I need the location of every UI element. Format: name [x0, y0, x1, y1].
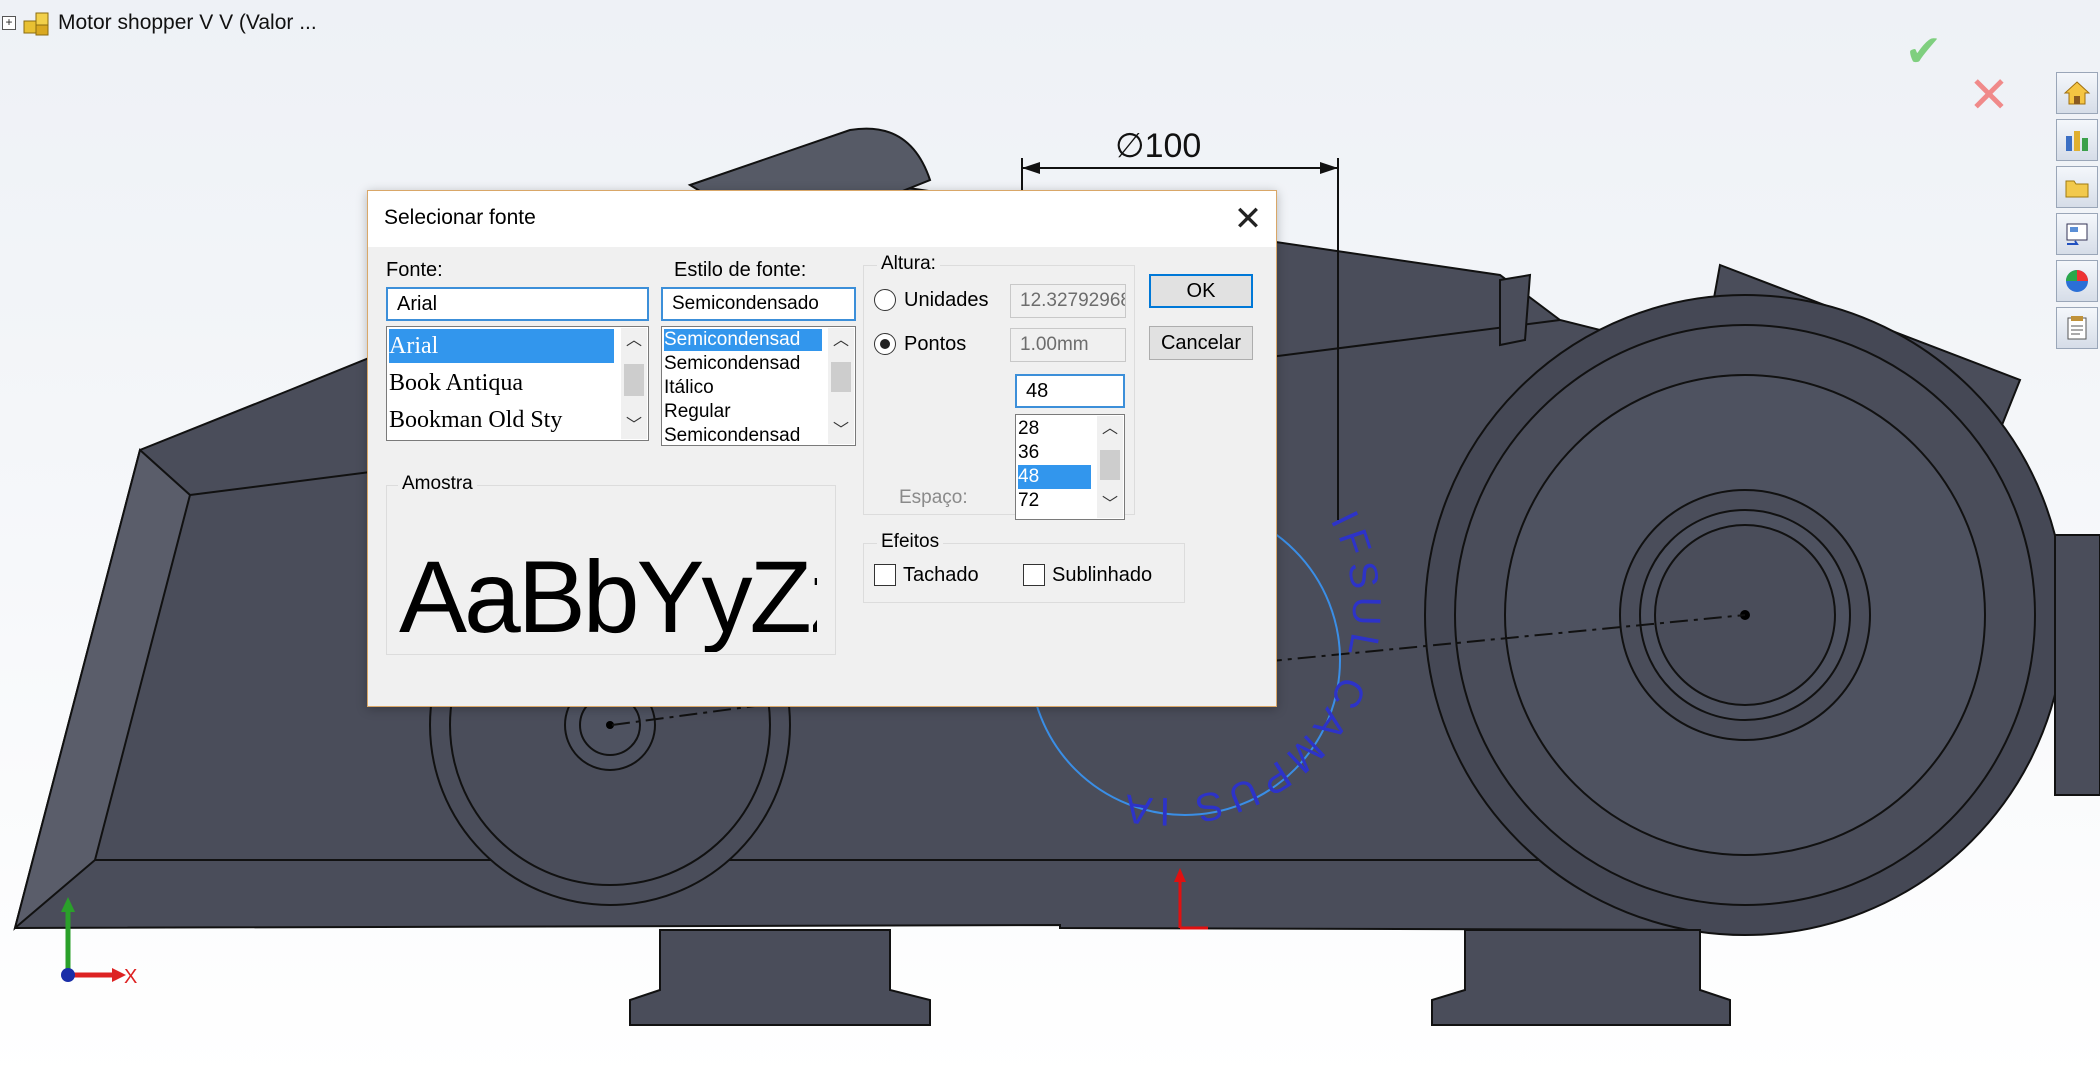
appearances-icon[interactable] — [2056, 260, 2098, 302]
underline-checkbox[interactable] — [1023, 564, 1045, 586]
points-value-field: 1.00mm — [1010, 328, 1126, 362]
sample-group-title: Amostra — [398, 473, 477, 495]
size-list-scrollbar[interactable]: ︿ ﹀ — [1097, 416, 1123, 518]
foot-left — [629, 929, 931, 1026]
size-input[interactable]: 48 — [1015, 374, 1125, 408]
font-style-input[interactable]: Semicondensado — [661, 287, 856, 321]
custom-properties-icon[interactable] — [2056, 307, 2098, 349]
font-list-scrollbar[interactable]: ︿ ﹀ — [621, 328, 647, 439]
font-label: Fonte: — [386, 259, 443, 281]
select-font-dialog: Selecionar fonte ✕ Fonte: Arial Arial Bo… — [367, 190, 1277, 707]
expand-toggle-icon[interactable]: + — [2, 16, 16, 30]
size-list[interactable]: 28 36 48 72 ︿ ﹀ — [1015, 414, 1125, 520]
size-list-item[interactable]: 48 — [1018, 465, 1091, 489]
size-list-item[interactable]: 72 — [1018, 489, 1091, 513]
resources-icon[interactable] — [2056, 119, 2098, 161]
scroll-thumb[interactable] — [831, 362, 851, 392]
style-list-scrollbar[interactable]: ︿ ﹀ — [828, 328, 854, 444]
dimension-label[interactable]: ∅100 — [1115, 126, 1201, 166]
dialog-titlebar[interactable]: Selecionar fonte ✕ — [368, 191, 1276, 247]
points-label[interactable]: Pontos — [904, 333, 966, 356]
chevron-up-icon[interactable]: ︿ — [828, 330, 854, 352]
style-list-item[interactable]: Semicondensad — [664, 329, 822, 351]
style-list-item[interactable]: Regular — [664, 401, 822, 423]
task-pane — [2056, 72, 2100, 354]
style-list-item[interactable]: Semicondensad — [664, 353, 822, 375]
units-label[interactable]: Unidades — [904, 289, 989, 312]
scroll-thumb[interactable] — [1100, 450, 1120, 480]
svg-text:X: X — [124, 966, 137, 988]
check-icon[interactable]: ✔ — [1905, 26, 1942, 77]
assembly-icon — [23, 12, 49, 36]
feature-tree-header[interactable]: + Motor shopper V V (Valor ... — [2, 8, 317, 38]
units-radio[interactable] — [874, 289, 896, 311]
effects-group-title: Efeitos — [877, 531, 944, 553]
sample-group: AaBbYyZz — [386, 485, 836, 655]
sample-preview: AaBbYyZz — [399, 542, 817, 652]
foot-right — [1431, 929, 1731, 1026]
cancel-button[interactable]: Cancelar — [1149, 326, 1253, 360]
font-list-item[interactable]: Bookman Old Sty — [389, 403, 614, 437]
font-style-label: Estilo de fonte: — [674, 259, 807, 281]
size-list-item[interactable]: 28 — [1018, 417, 1091, 441]
strikethrough-label[interactable]: Tachado — [903, 564, 979, 587]
chevron-down-icon[interactable]: ﹀ — [621, 415, 647, 437]
underline-label[interactable]: Sublinhado — [1052, 564, 1152, 587]
right-block — [1499, 273, 1532, 347]
home-icon[interactable] — [2056, 72, 2098, 114]
view-palette-icon[interactable] — [2056, 213, 2098, 255]
height-group-title: Altura: — [877, 253, 940, 275]
style-list-item[interactable]: Itálico — [664, 377, 822, 399]
font-list[interactable]: Arial Book Antiqua Bookman Old Sty ︿ ﹀ — [386, 326, 649, 441]
units-value-field: 12.32792968 — [1010, 284, 1126, 318]
chevron-up-icon[interactable]: ︿ — [1097, 418, 1123, 440]
font-name-input[interactable]: Arial — [386, 287, 649, 321]
font-list-item[interactable]: Book Antiqua — [389, 366, 614, 400]
strikethrough-checkbox[interactable] — [874, 564, 896, 586]
chevron-down-icon[interactable]: ﹀ — [828, 420, 854, 442]
font-style-list[interactable]: Semicondensad Semicondensad Itálico Regu… — [661, 326, 856, 446]
folder-icon[interactable] — [2056, 166, 2098, 208]
spacing-label: Espaço: — [899, 487, 968, 508]
size-list-item[interactable]: 36 — [1018, 441, 1091, 465]
style-list-item[interactable]: Semicondensad — [664, 425, 822, 445]
font-list-item[interactable]: Arial — [389, 329, 614, 363]
chevron-up-icon[interactable]: ︿ — [621, 330, 647, 352]
tree-title: Motor shopper V V (Valor ... — [58, 11, 317, 34]
close-icon[interactable]: ✕ — [1968, 70, 2010, 120]
points-radio[interactable] — [874, 333, 896, 355]
close-icon[interactable]: ✕ — [1228, 199, 1268, 239]
dialog-title: Selecionar fonte — [384, 206, 536, 229]
scroll-thumb[interactable] — [624, 364, 644, 396]
ok-button[interactable]: OK — [1149, 274, 1253, 308]
chevron-down-icon[interactable]: ﹀ — [1097, 494, 1123, 516]
